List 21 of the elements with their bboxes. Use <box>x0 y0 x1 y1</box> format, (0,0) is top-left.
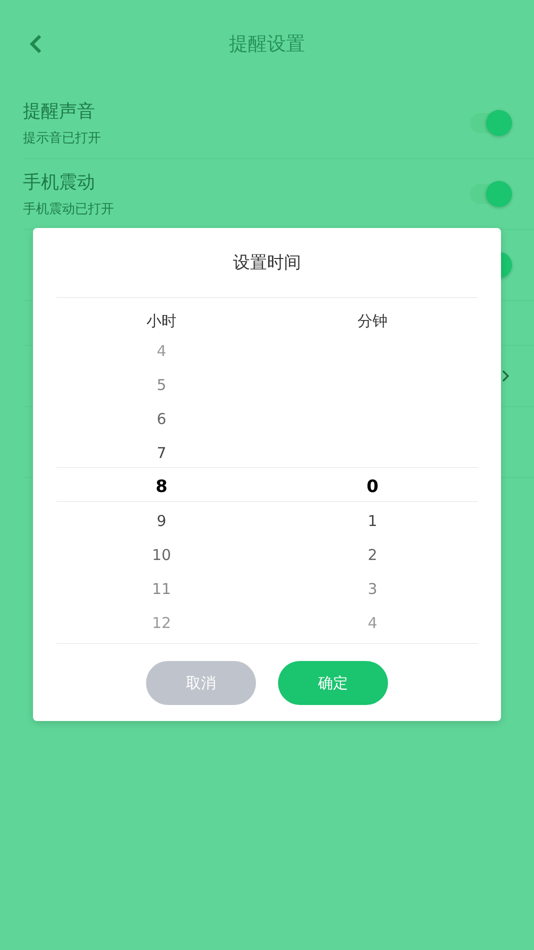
setting-subtitle: 提示音已打开 <box>23 130 101 147</box>
back-icon[interactable] <box>29 34 43 54</box>
dialog-title: 设置时间 <box>233 252 301 275</box>
setting-title: 手机震动 <box>23 171 96 194</box>
chevron-icon <box>501 370 509 382</box>
picker-item[interactable]: 8 <box>56 470 267 504</box>
column-label: 小时 <box>146 312 176 332</box>
picker-item[interactable]: 9 <box>56 504 267 538</box>
picker-item[interactable]: 3 <box>267 572 478 606</box>
picker-item[interactable]: 1 <box>267 504 478 538</box>
column-label: 分钟 <box>358 312 388 332</box>
setting-subtitle: 手机震动已打开 <box>23 201 114 218</box>
picker-item[interactable]: 7 <box>56 436 267 470</box>
picker-item[interactable]: 11 <box>56 572 267 606</box>
picker-item[interactable]: 5 <box>56 368 267 402</box>
picker-item[interactable]: 2 <box>267 538 478 572</box>
picker-item[interactable]: 0 <box>267 470 478 504</box>
picker-item[interactable]: 6 <box>56 402 267 436</box>
picker-item[interactable]: 10 <box>56 538 267 572</box>
setting-title: 提醒声音 <box>23 100 96 123</box>
page-title: 提醒设置 <box>229 32 305 57</box>
